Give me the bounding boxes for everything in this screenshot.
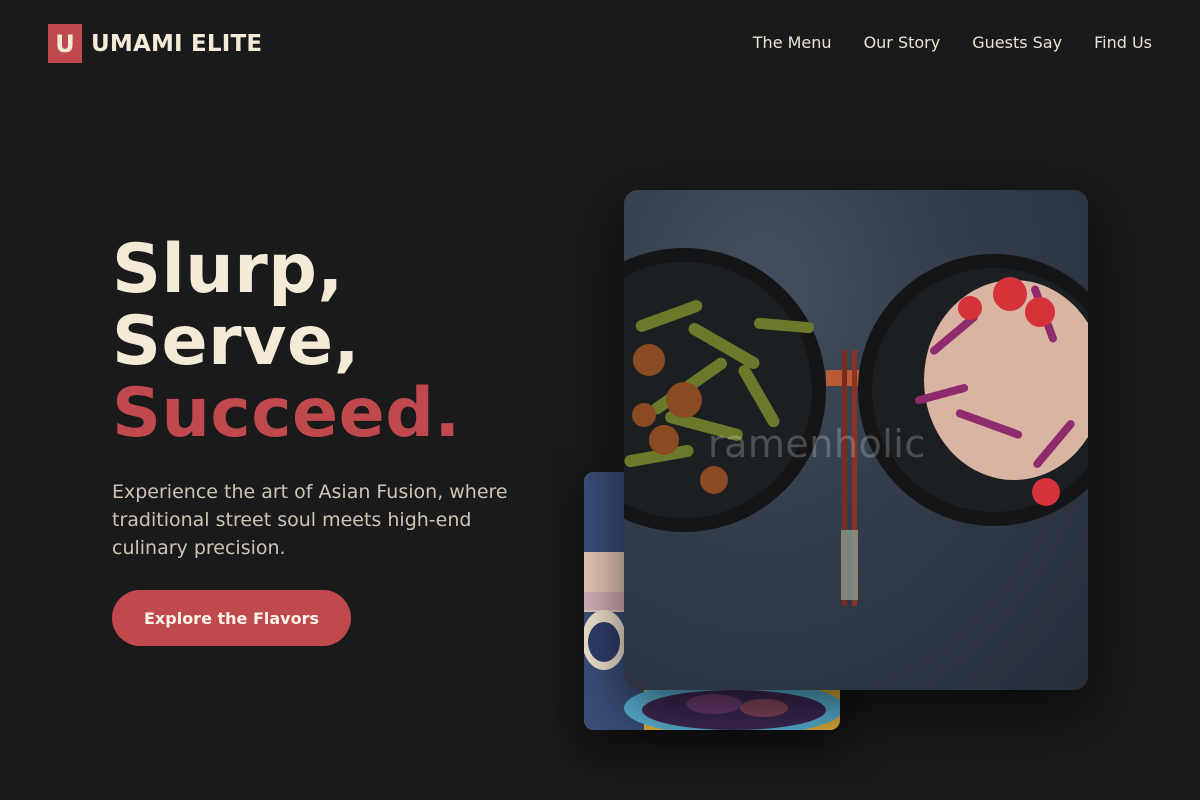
hero-subtitle: Experience the art of Asian Fusion, wher…: [112, 481, 508, 559]
brand-logo[interactable]: U UMAMI ELITE: [48, 24, 262, 63]
main-nav: The Menu Our Story Guests Say Find Us: [753, 33, 1152, 52]
explore-flavors-button[interactable]: Explore the Flavors: [112, 590, 351, 646]
headline-line-3-accent: Succeed.: [112, 374, 461, 453]
brand-name: UMAMI ELITE: [91, 30, 263, 57]
headline-line-1: Slurp,: [112, 230, 344, 309]
logo-mark: U: [48, 24, 82, 63]
hero-section: Slurp, Serve, Succeed. Experience the ar…: [112, 234, 562, 562]
food-photo-main: ramenholic: [624, 190, 1088, 690]
nav-item-reviews[interactable]: Guests Say: [972, 33, 1062, 52]
photo-watermark: ramenholic: [708, 422, 926, 466]
nav-item-story[interactable]: Our Story: [864, 33, 941, 52]
nav-item-menu[interactable]: The Menu: [753, 33, 832, 52]
hero-headline: Slurp, Serve, Succeed.: [112, 234, 562, 450]
nav-item-find-us[interactable]: Find Us: [1094, 33, 1152, 52]
headline-line-2: Serve,: [112, 302, 360, 381]
